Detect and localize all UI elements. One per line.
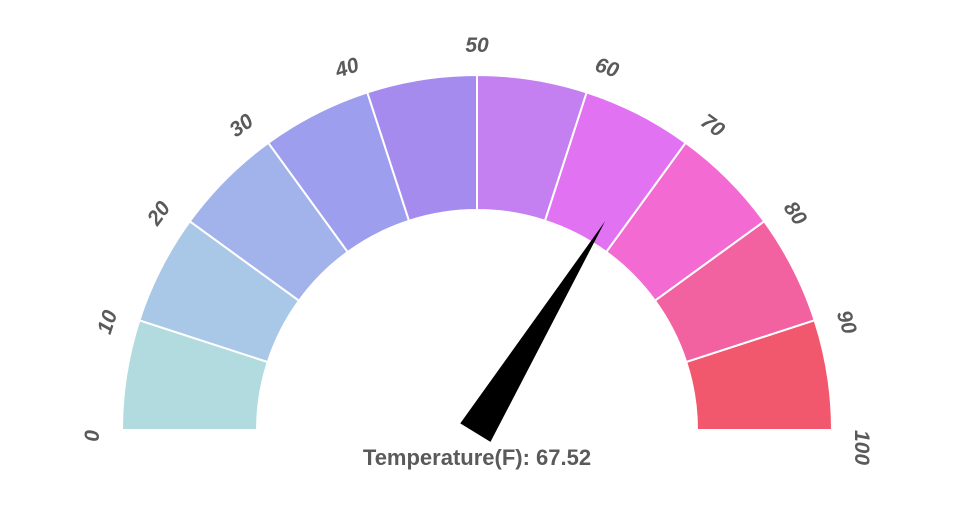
gauge-tick-0: 0 <box>81 430 104 442</box>
gauge-value-label: Temperature(F): 67.52 <box>363 445 591 470</box>
gauge-needle-pointer <box>460 221 605 442</box>
gauge-tick-70: 70 <box>696 110 729 143</box>
gauge-tick-90: 90 <box>832 308 861 338</box>
gauge-tick-30: 30 <box>225 109 258 142</box>
gauge-tick-20: 20 <box>142 197 175 230</box>
gauge-tick-10: 10 <box>93 307 122 337</box>
gauge-tick-80: 80 <box>779 197 812 230</box>
gauge-tick-100: 100 <box>850 430 873 465</box>
gauge-tick-60: 60 <box>592 53 622 82</box>
gauge-chart: 0 10 20 30 40 50 60 70 80 90 100 Temperature(F): 6… <box>0 0 954 523</box>
gauge-tick-40: 40 <box>331 53 362 83</box>
gauge-tick-50: 50 <box>465 34 489 57</box>
gauge-needle <box>460 221 605 442</box>
gauge-svg: 0 10 20 30 40 50 60 70 80 90 100 Temperature(F): 6… <box>0 0 954 523</box>
